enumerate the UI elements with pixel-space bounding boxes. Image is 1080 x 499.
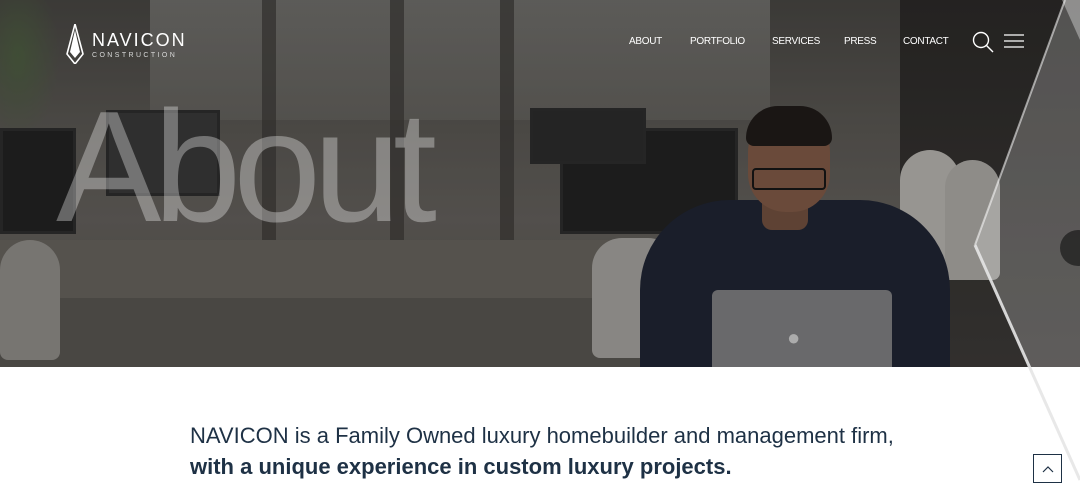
hero-title: About xyxy=(56,79,437,255)
intro-line-2: with a unique experience in custom luxur… xyxy=(190,454,732,479)
intro-text: NAVICON is a Family Owned luxury homebui… xyxy=(190,420,990,482)
nav-item-contact[interactable]: CONTACT xyxy=(903,36,949,47)
brand-logo[interactable]: NAVICON CONSTRUCTION xyxy=(66,24,187,64)
brand-name: NAVICON xyxy=(92,29,187,50)
chevron-up-icon xyxy=(1042,465,1053,472)
nav-item-press[interactable]: PRESS xyxy=(844,36,877,47)
nav-item-about[interactable]: ABOUT xyxy=(629,36,662,47)
navicon-logo-icon xyxy=(66,24,84,64)
back-to-top-button[interactable] xyxy=(1033,454,1062,483)
intro-line-1: NAVICON is a Family Owned luxury homebui… xyxy=(190,423,894,448)
nav-item-portfolio[interactable]: PORTFOLIO xyxy=(690,36,745,47)
nav-item-services[interactable]: SERVICES xyxy=(772,36,820,47)
brand-subtitle: CONSTRUCTION xyxy=(92,51,178,59)
search-icon[interactable] xyxy=(972,31,994,53)
hamburger-menu-icon[interactable] xyxy=(1004,33,1024,49)
